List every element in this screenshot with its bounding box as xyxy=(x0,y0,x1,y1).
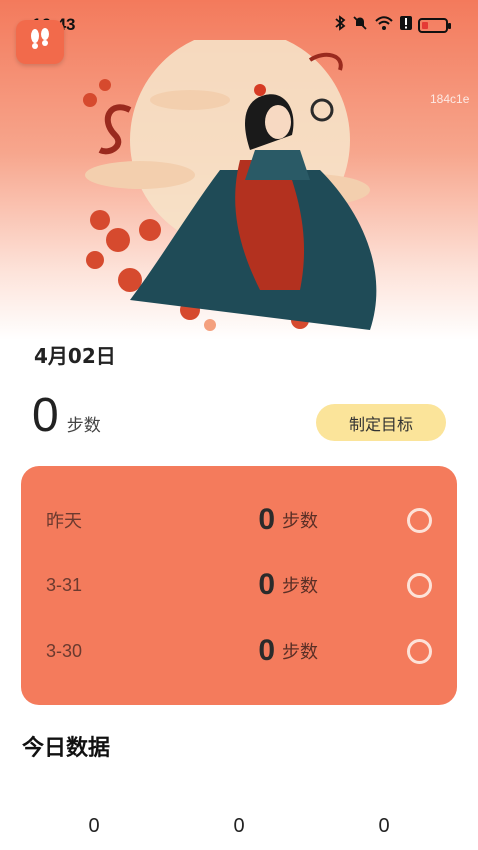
check-circle-icon[interactable] xyxy=(407,572,432,598)
wifi-icon xyxy=(374,15,394,35)
history-row[interactable]: 3-31 0 步数 xyxy=(21,560,457,610)
app-icon[interactable] xyxy=(16,20,64,64)
history-steps-unit: 步数 xyxy=(282,576,318,597)
history-steps-value: 0 xyxy=(258,503,275,536)
hero-banner: 16:43 184c1e xyxy=(0,0,478,340)
alert-icon xyxy=(400,15,412,35)
set-goal-button[interactable]: 制定目标 xyxy=(316,404,446,441)
today-data-title: 今日数据 xyxy=(22,736,111,761)
watermark-text: 184c1e xyxy=(430,92,470,106)
history-row[interactable]: 3-30 0 步数 xyxy=(21,626,457,676)
battery-icon xyxy=(418,17,451,33)
bluetooth-icon xyxy=(334,15,346,35)
steps-count: 0 xyxy=(32,389,59,442)
history-date: 3-31 xyxy=(46,574,83,595)
today-stats: 0 0 0 xyxy=(0,815,478,845)
history-steps-value: 0 xyxy=(258,568,275,601)
date-label: 4月02日 xyxy=(34,344,116,368)
steps-unit: 步数 xyxy=(66,416,101,436)
check-circle-icon[interactable] xyxy=(407,507,432,533)
history-row[interactable]: 昨天 0 步数 xyxy=(21,495,457,545)
today-stat-value: 0 xyxy=(233,815,245,837)
today-steps: 0 步数 xyxy=(32,392,101,440)
mute-icon xyxy=(352,15,368,35)
status-bar: 16:43 xyxy=(0,0,478,50)
history-date: 3-30 xyxy=(46,640,83,661)
footprints-icon xyxy=(26,26,54,58)
today-stat-value: 0 xyxy=(378,815,390,837)
check-circle-icon[interactable] xyxy=(407,638,432,664)
status-icons xyxy=(334,15,451,35)
history-steps-unit: 步数 xyxy=(282,511,318,532)
history-card: 昨天 0 步数 3-31 0 步数 3-30 0 步数 xyxy=(21,466,457,705)
history-steps-unit: 步数 xyxy=(282,642,318,663)
history-steps-value: 0 xyxy=(258,634,275,667)
today-stat-value: 0 xyxy=(88,815,100,837)
illustration-image xyxy=(83,40,377,331)
history-date: 昨天 xyxy=(46,511,82,531)
